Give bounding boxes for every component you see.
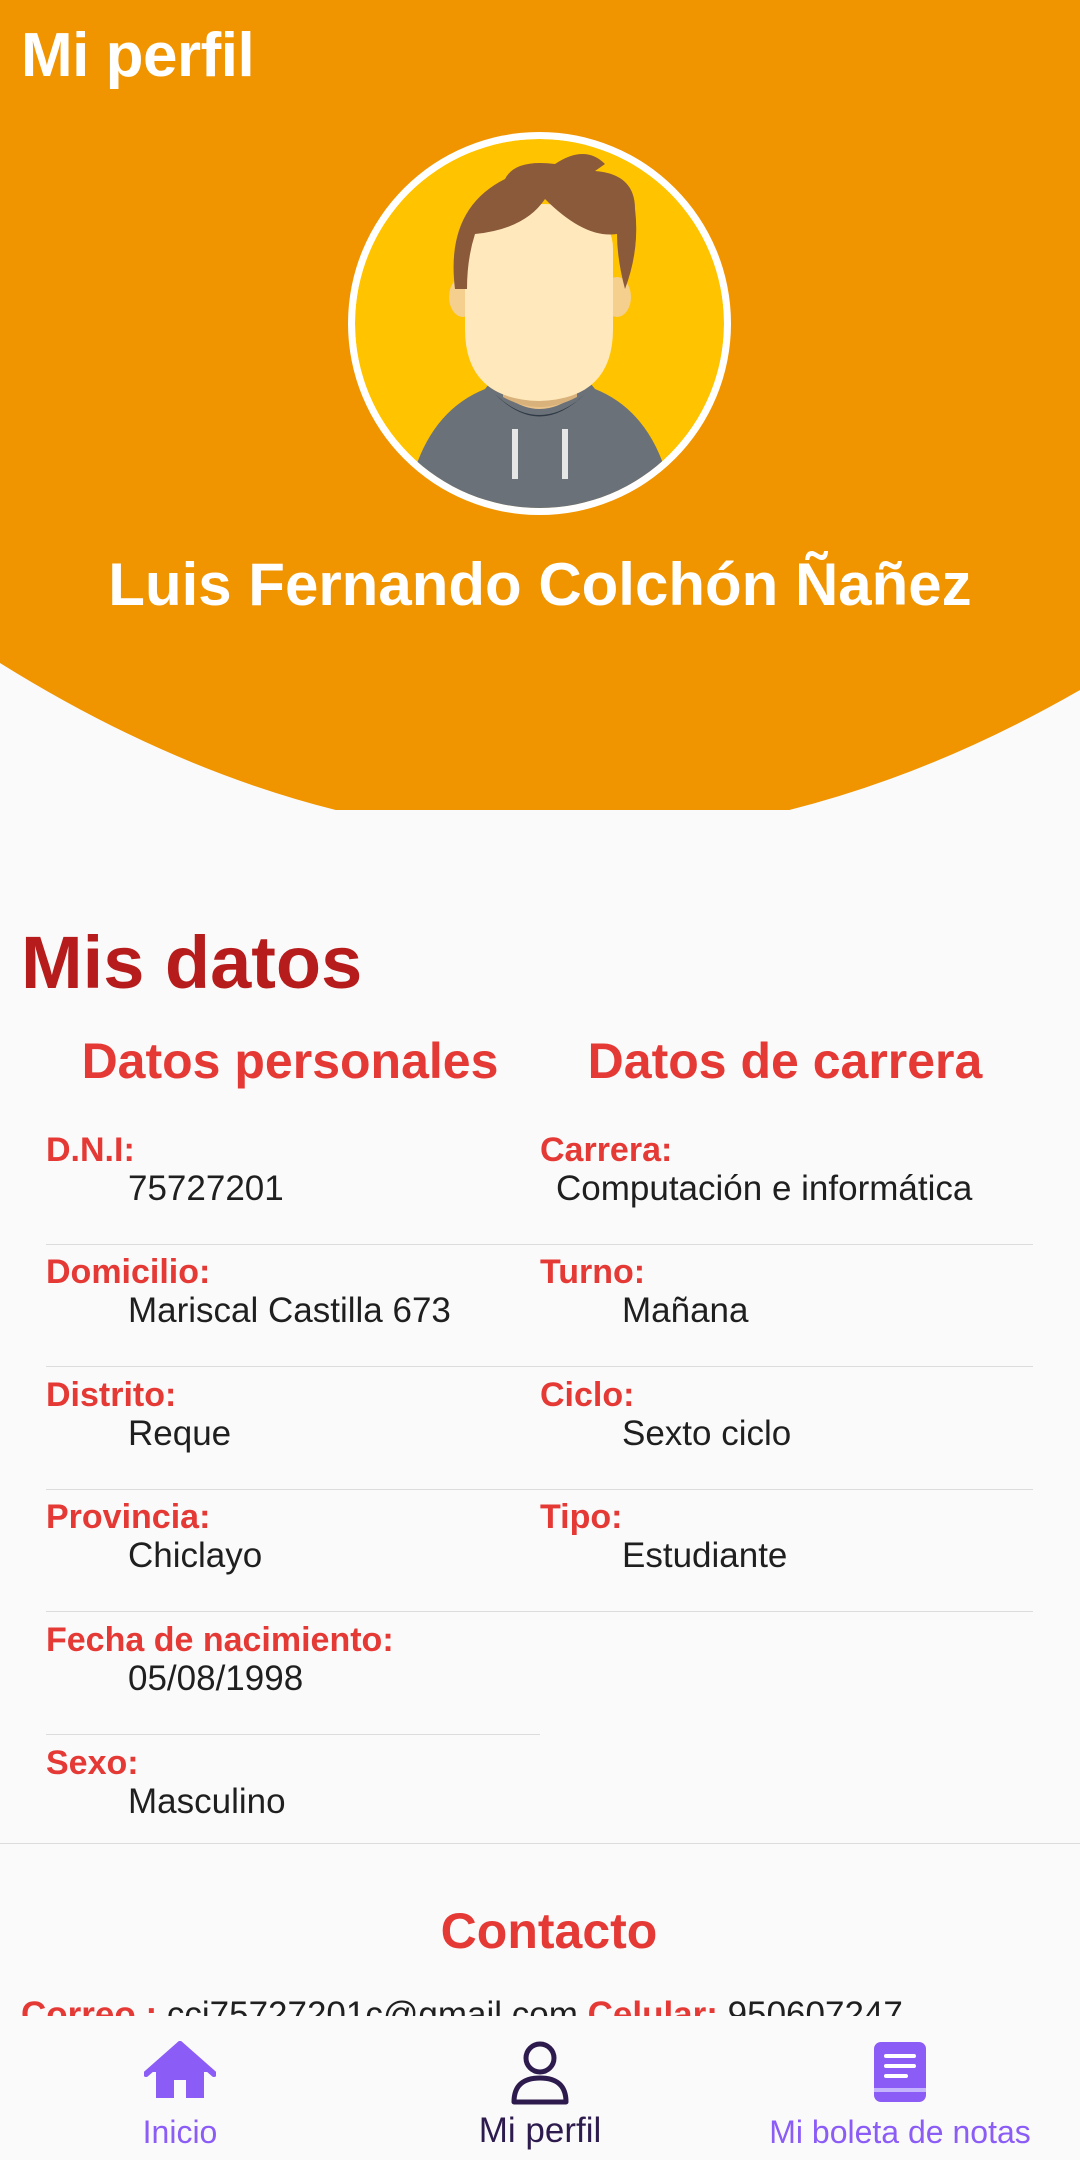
field-ciclo: Ciclo: Sexto ciclo bbox=[540, 1368, 1033, 1490]
field-value: Sexto ciclo bbox=[622, 1414, 792, 1453]
nav-item-mi-boleta[interactable]: Mi boleta de notas bbox=[740, 2016, 1060, 2160]
field-value: Mañana bbox=[622, 1291, 749, 1330]
field-value: Estudiante bbox=[622, 1536, 788, 1575]
field-label: Turno: bbox=[540, 1253, 646, 1291]
bottom-navigation: Inicio Mi perfil Mi boleta de notas bbox=[0, 2016, 1080, 2160]
field-turno: Turno: Mañana bbox=[540, 1245, 1033, 1367]
nav-label: Mi boleta de notas bbox=[769, 2114, 1031, 2150]
field-value: 75727201 bbox=[128, 1169, 284, 1208]
field-label: Fecha de nacimiento: bbox=[46, 1621, 394, 1659]
field-label: Domicilio: bbox=[46, 1253, 211, 1291]
field-value: Computación e informática bbox=[556, 1169, 973, 1208]
avatar-illustration bbox=[355, 139, 724, 508]
section-divider bbox=[0, 1843, 1080, 1844]
page-title: Mi perfil bbox=[21, 21, 255, 90]
home-icon bbox=[143, 2040, 217, 2107]
nav-item-inicio[interactable]: Inicio bbox=[80, 2016, 280, 2160]
field-dni: D.N.I: 75727201 bbox=[46, 1123, 540, 1245]
user-name: Luis Fernando Colchón Ñañez bbox=[108, 551, 972, 618]
person-icon bbox=[510, 2040, 570, 2111]
field-label: Distrito: bbox=[46, 1376, 177, 1414]
career-data-heading: Datos de carrera bbox=[587, 1033, 983, 1089]
field-label: Provincia: bbox=[46, 1498, 211, 1536]
field-distrito: Distrito: Reque bbox=[46, 1368, 540, 1490]
field-value: Reque bbox=[128, 1414, 232, 1453]
field-label: D.N.I: bbox=[46, 1131, 135, 1169]
field-label: Ciclo: bbox=[540, 1376, 635, 1414]
field-fecha-nacimiento: Fecha de nacimiento: 05/08/1998 bbox=[46, 1613, 540, 1735]
field-label: Tipo: bbox=[540, 1498, 623, 1536]
book-icon bbox=[872, 2040, 928, 2109]
field-value: Mariscal Castilla 673 bbox=[128, 1291, 451, 1330]
field-sexo: Sexo: Masculino bbox=[46, 1736, 540, 1858]
field-tipo: Tipo: Estudiante bbox=[540, 1490, 1033, 1612]
field-label: Carrera: bbox=[540, 1131, 673, 1169]
section-title: Mis datos bbox=[21, 921, 363, 1004]
nav-label: Inicio bbox=[142, 2114, 218, 2150]
field-domicilio: Domicilio: Mariscal Castilla 673 bbox=[46, 1245, 540, 1367]
contact-title: Contacto bbox=[440, 1903, 658, 1959]
field-label: Sexo: bbox=[46, 1744, 139, 1782]
field-value: Chiclayo bbox=[128, 1536, 263, 1575]
field-value: 05/08/1998 bbox=[128, 1659, 304, 1698]
nav-label: Mi perfil bbox=[478, 2111, 602, 2150]
field-provincia: Provincia: Chiclayo bbox=[46, 1490, 540, 1612]
personal-data-heading: Datos personales bbox=[81, 1033, 499, 1089]
avatar bbox=[355, 139, 724, 508]
field-value: Masculino bbox=[128, 1782, 286, 1821]
field-carrera: Carrera: Computación e informática bbox=[540, 1123, 1033, 1245]
nav-item-mi-perfil[interactable]: Mi perfil bbox=[440, 2016, 640, 2160]
